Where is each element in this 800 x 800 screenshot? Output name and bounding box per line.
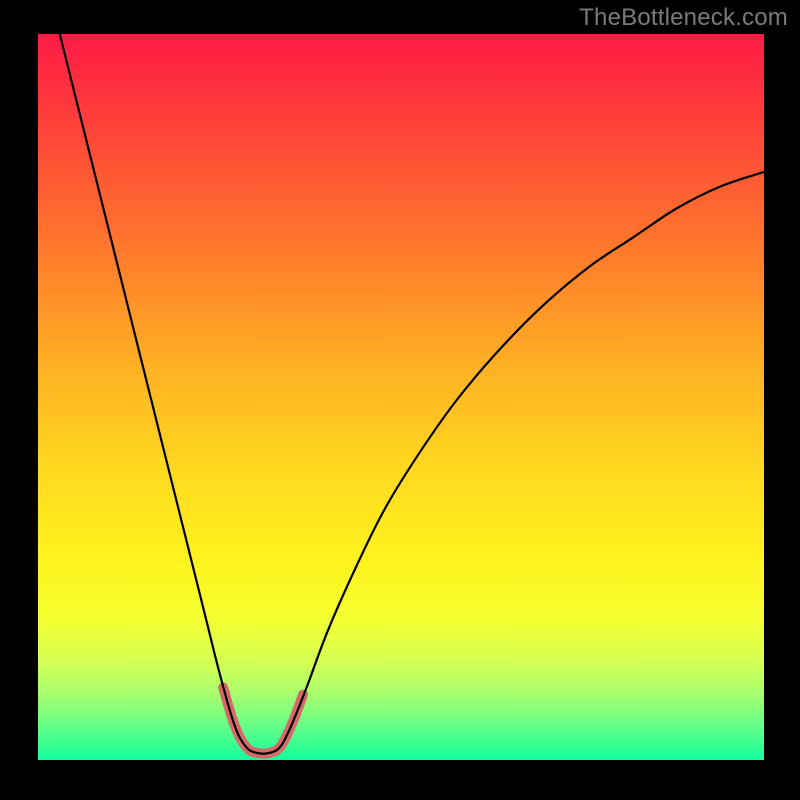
bottleneck-chart (0, 0, 800, 800)
watermark-text: TheBottleneck.com (579, 4, 788, 32)
chart-frame: TheBottleneck.com (0, 0, 800, 800)
plot-background (38, 34, 764, 760)
